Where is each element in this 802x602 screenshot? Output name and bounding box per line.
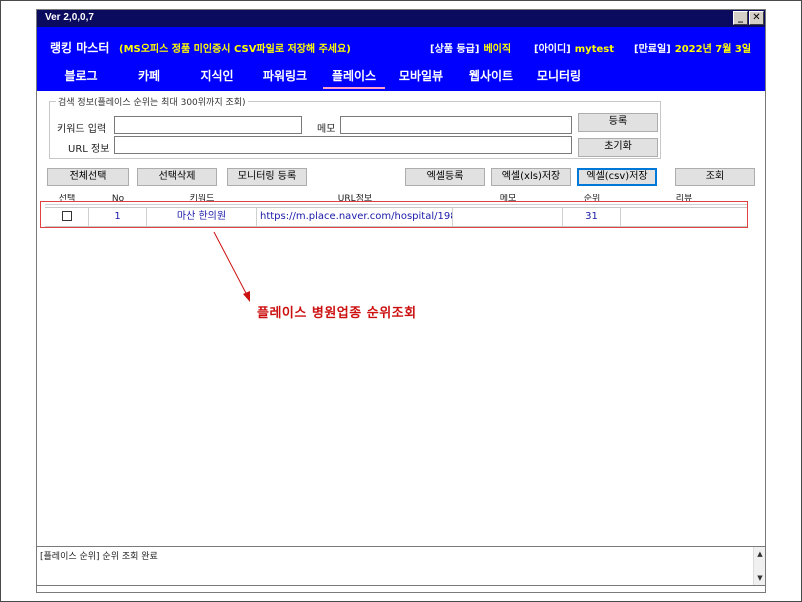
arrow-line <box>213 231 249 298</box>
status-log: [플레이스 순위] 순위 조회 완료 ▲ ▼ <box>36 546 766 586</box>
annotation-caption: 플레이스 병원업종 순위조회 <box>257 306 417 321</box>
arrow-head-icon <box>243 291 250 302</box>
annotation-arrow <box>213 231 250 302</box>
scroll-up-icon[interactable]: ▲ <box>754 548 766 560</box>
status-scrollbar[interactable]: ▲ ▼ <box>753 547 765 585</box>
scroll-down-icon[interactable]: ▼ <box>754 572 766 584</box>
status-message: [플레이스 순위] 순위 조회 완료 <box>40 552 158 562</box>
